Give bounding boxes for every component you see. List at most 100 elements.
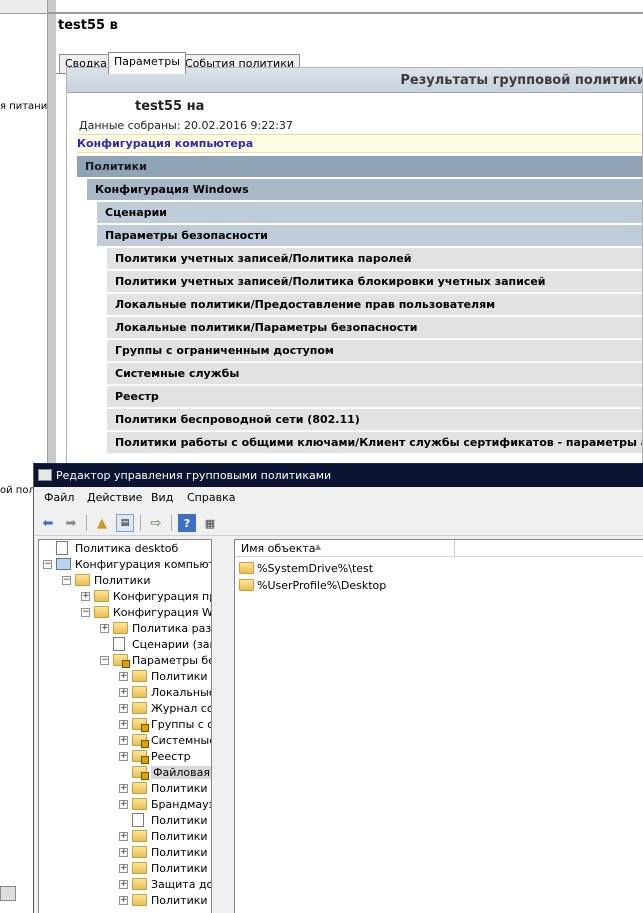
folder-icon [132,686,147,698]
menu-bar: Файл Действие Вид Справка [34,487,643,509]
back-arrow-icon[interactable]: ⬅ [39,514,57,532]
tree-node-label: Локальные [151,686,212,699]
report-section-row[interactable]: Группы с ограниченным доступом [107,340,642,362]
tree-node[interactable]: + Защита до [39,877,212,893]
expand-icon[interactable]: + [119,736,128,745]
tree-node[interactable]: + Локальные [39,685,212,701]
expand-icon[interactable]: + [100,624,109,633]
computer-icon [56,558,71,570]
tree-node[interactable]: + Политики у [39,893,211,909]
expand-icon[interactable]: + [119,864,128,873]
tree-node[interactable]: − Конфигурация Win [39,605,211,621]
gpme-titlebar[interactable]: Редактор управления групповыми политикам… [34,464,643,487]
expand-icon[interactable]: + [119,704,128,713]
folder-icon [132,862,147,874]
tree-node[interactable]: + Политики с [39,845,212,861]
expand-icon[interactable]: + [119,880,128,889]
tree-node[interactable]: Политика desktoб [39,541,211,557]
export-list-icon[interactable]: ⇨ [147,514,165,532]
gpo-results-window: test55 в Сводка Параметры События полити… [56,14,643,474]
tree-node[interactable]: − Конфигурация компьютер [39,557,211,573]
tree-node-label: Защита до [151,878,212,891]
tree-node[interactable]: − Параметры без [39,653,211,669]
report-section-row[interactable]: Локальные политики/Параметры безопасност… [107,317,642,339]
tree-node[interactable]: + Политики б [39,829,211,845]
up-folder-icon[interactable]: ▲ [93,514,111,532]
report-section-row[interactable]: Локальные политики/Предоставление прав п… [107,294,642,316]
tree-node[interactable]: + Системные [39,733,211,749]
tree-node-label: Файловая с [151,766,211,779]
report-section-row[interactable]: Конфигурация Windows [87,179,642,201]
tree-node[interactable]: + Политики о [39,861,212,877]
column-header-empty[interactable] [455,540,643,557]
expand-icon[interactable]: + [119,784,128,793]
folder-icon [132,702,147,714]
column-header-label: Имя объекта [241,542,316,555]
tree-node[interactable]: − Политики [39,573,211,589]
folder-icon [132,846,147,858]
report-section-row[interactable]: Параметры безопасности [97,225,642,247]
tree-node[interactable]: + Политика разр [39,621,212,637]
sort-arrow-icon: ▲ [315,542,322,551]
properties-icon[interactable]: ▦ [201,514,219,532]
folder-icon [75,574,90,586]
help-icon[interactable]: ? [178,514,196,532]
show-tree-icon[interactable]: ▤ [116,514,134,532]
column-header-name[interactable]: Имя объекта ▲ [235,540,455,557]
policy-document-icon [113,637,125,651]
tree-node[interactable]: + Брандмауэр [39,797,211,813]
report-section-row[interactable]: Политики учетных записей/Политика блокир… [107,271,642,293]
report-section-row[interactable]: Политики беспроводной сети (802.11) [107,409,642,431]
tree-node[interactable]: + Журнал со [39,701,211,717]
report-section-row[interactable]: Реестр [107,386,642,408]
report-banner-title: Результаты групповой политики [400,73,643,88]
expand-icon[interactable]: + [119,848,128,857]
tree-node[interactable]: + Реестр [39,749,211,765]
background-window-titlebar [0,0,47,14]
menu-file[interactable]: Файл [44,491,74,504]
report-section-row[interactable]: Системные службы [107,363,642,385]
forward-arrow-icon[interactable]: ➡ [62,514,80,532]
collapse-icon[interactable]: − [100,656,109,665]
tab-settings[interactable]: Параметры [108,52,186,74]
report-section-row[interactable]: Сценарии [97,202,642,224]
background-window-text-1: я питани [0,101,48,112]
toolbar: ⬅ ➡ ▲ ▤ ⇨ ? ▦ [34,510,643,536]
tree-node[interactable]: + Конфигурация про [39,589,211,605]
folder-icon [132,878,147,890]
tree-node[interactable]: Сценарии (зап [39,637,211,653]
security-folder-icon [113,654,130,668]
report-section-row[interactable]: Политики [77,156,642,178]
background-window-button[interactable] [0,886,16,901]
collapse-icon[interactable]: − [81,608,90,617]
tree-node[interactable]: + Группы с о [39,717,212,733]
list-pane: Имя объекта ▲ %SystemDrive%\test %UserPr… [234,539,643,913]
expand-icon[interactable]: + [119,832,128,841]
pane-splitter[interactable] [212,539,234,913]
tree-node[interactable]: + Политики у [39,669,211,685]
tree-node-label: Политика разр [132,622,212,635]
report-computer-config[interactable]: Конфигурация компьютера [77,134,642,153]
expand-icon[interactable]: + [119,720,128,729]
expand-icon[interactable]: + [119,688,128,697]
tree-node-label: Политики с [151,846,212,859]
expand-icon[interactable]: + [81,592,90,601]
expand-icon[interactable]: + [119,752,128,761]
menu-help[interactable]: Справка [187,491,235,504]
tree-node[interactable]: + Политики п [39,781,211,797]
tree-node-label: Брандмауэр [151,798,211,811]
tree-node-label: Группы с о [151,718,212,731]
tree-node[interactable]: Файловая с [39,765,211,781]
report-section-row[interactable]: Политики учетных записей/Политика пароле… [107,248,642,270]
tree-node-label: Политики о [151,862,212,875]
collapse-icon[interactable]: − [43,560,52,569]
tree-node[interactable]: Политики д [39,813,211,829]
report-section-row[interactable]: Политики работы с общими ключами/Клиент … [107,432,642,454]
menu-view[interactable]: Вид [151,491,173,504]
collapse-icon[interactable]: − [62,576,71,585]
tree-node-label: Политика desktoб [75,542,179,555]
expand-icon[interactable]: + [119,672,128,681]
expand-icon[interactable]: + [119,800,128,809]
menu-action[interactable]: Действие [87,491,142,504]
expand-icon[interactable]: + [119,896,128,905]
